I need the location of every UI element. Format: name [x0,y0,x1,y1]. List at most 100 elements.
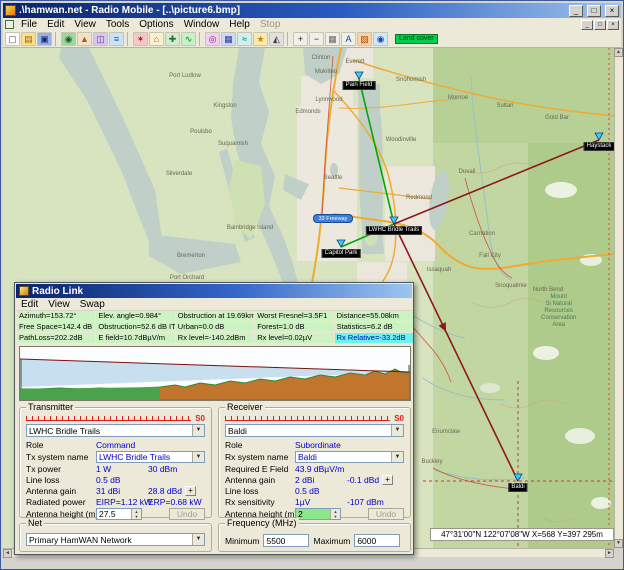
chevron-down-icon[interactable]: ▼ [192,534,204,545]
route-coverage-icon[interactable]: ≈ [237,32,252,46]
zoom-in-icon[interactable]: + [293,32,308,46]
map-vertical-scrollbar[interactable]: ▲ ▼ [614,48,623,548]
rx-system-select[interactable]: Baldi ▼ [295,451,404,463]
menu-stop[interactable]: Stop [255,18,286,31]
rx-efield-row: Required E Field 43.9 dBµV/m [219,463,410,474]
info-elev-angle: Elev. angle=0.984° [96,311,174,321]
system-properties-icon[interactable]: ✚ [165,32,180,46]
child-restore-button[interactable]: □ [594,20,606,30]
menu-options[interactable]: Options [134,18,178,31]
radio-mobile-window: .\hamwan.net - Radio Mobile - [..\pictur… [0,0,624,570]
spinner-arrows-icon[interactable]: ▲▼ [131,509,141,519]
map-label-kingston: Kingston [213,103,236,109]
map-label-fall-city: Fall City [479,253,501,259]
menu-file[interactable]: File [16,18,42,31]
visual-coverage-icon[interactable]: ◭ [269,32,284,46]
scroll-up-arrow[interactable]: ▲ [614,48,623,57]
child-close-button[interactable]: × [607,20,619,30]
transmitter-group: Transmitter S0 LWHC Bridle Trails ▼ Role… [19,407,212,518]
menu-view[interactable]: View [69,18,101,31]
rx-site-select[interactable]: Baldi ▼ [225,424,404,437]
tx-system-value: LWHC Bridle Trails [99,452,170,462]
rx-efield-label: Required E Field [225,464,295,474]
rx-antenna-view-button[interactable]: + [382,475,393,485]
rx-antenna-height-input[interactable]: 2 ▲▼ [295,508,341,520]
scroll-left-arrow[interactable]: ◄ [3,549,12,558]
site-label-haystack[interactable]: Haystack [584,142,615,151]
tx-gain-dbd: 28.8 dBd [148,486,182,496]
elevation-grid-icon[interactable]: ▲ [77,32,92,46]
chevron-down-icon[interactable]: ▼ [391,452,403,462]
close-button[interactable]: × [605,5,619,17]
tx-site-select[interactable]: LWHC Bridle Trails ▼ [26,424,205,437]
save-icon[interactable]: ▣ [37,32,52,46]
single-polar-coverage-icon[interactable]: ◎ [205,32,220,46]
map-label-monroe: Monroe [448,95,468,101]
toolbar: ▢▤▣◉▲◫≡✶⌂✚∿◎▦≈★◭+−▦A▧◉ Land cover [3,31,621,48]
map-label-woodinville: Woodinville [386,137,417,143]
chevron-down-icon[interactable]: ▼ [192,452,204,462]
maximize-button[interactable]: □ [587,5,601,17]
map-label-suquamish: Suquamish [218,141,248,147]
frequency-min-label: Minimum [225,536,259,546]
map-properties-icon[interactable]: ◉ [61,32,76,46]
rx-sensitivity-uv: 1µV [295,497,347,507]
conservation-area-label: MountSi NaturalResourcesConservationArea [541,294,576,329]
title-bar[interactable]: .\hamwan.net - Radio Mobile - [..\pictur… [3,3,621,18]
child-minimize-button[interactable]: _ [581,20,593,30]
minimize-button[interactable]: _ [569,5,583,17]
map-label-snoqualmie: Snoqualmie [495,283,527,289]
cartesian-coverage-icon[interactable]: ▦ [221,32,236,46]
chevron-down-icon[interactable]: ▼ [192,425,204,436]
tx-undo-button[interactable]: Undo [169,508,205,520]
menu-window[interactable]: Window [179,18,225,31]
dialog-menu-edit[interactable]: Edit [16,298,43,311]
zoom-out-icon[interactable]: − [309,32,324,46]
rx-undo-button[interactable]: Undo [368,508,404,520]
net-select[interactable]: Primary HamWAN Network ▼ [26,533,205,546]
best-sites-icon[interactable]: ★ [253,32,268,46]
tx-signal-meter: S0 [26,415,205,422]
open-file-icon[interactable]: ▤ [21,32,36,46]
land-cover-button[interactable]: Land cover [395,34,438,44]
unit-properties-icon[interactable]: ⌂ [149,32,164,46]
info-obstruction-at: Obstruction at 19.69km [176,311,254,321]
land-height-icon[interactable]: ≡ [109,32,124,46]
radio-link-icon[interactable]: ∿ [181,32,196,46]
map-label-sultan: Sultan [496,103,513,109]
menu-help[interactable]: Help [224,18,255,31]
grid-toggle-icon[interactable]: ▦ [325,32,340,46]
net-group: Net Primary HamWAN Network ▼ [19,523,212,552]
net-caption: Net [26,518,44,529]
rx-lineloss-row: Line loss 0.5 dB [219,485,410,496]
chevron-down-icon[interactable]: ▼ [391,425,403,436]
dialog-menu-view[interactable]: View [43,298,75,311]
new-picture-icon[interactable]: ▢ [5,32,20,46]
menu-tools[interactable]: Tools [101,18,134,31]
rx-lineloss-label: Line loss [225,486,295,496]
tx-lineloss-label: Line loss [26,475,96,485]
scroll-down-arrow[interactable]: ▼ [614,539,623,548]
menu-edit[interactable]: Edit [42,18,69,31]
rainbow-colors-icon[interactable]: ▧ [357,32,372,46]
merge-pictures-icon[interactable]: ◫ [93,32,108,46]
spinner-arrows-icon[interactable]: ▲▼ [330,509,340,519]
tx-antenna-height-input[interactable]: 27.5 ▲▼ [96,508,142,520]
site-label-pain-field[interactable]: Pain Field [343,81,376,90]
frequency-min-input[interactable]: 5500 [263,534,309,547]
eye-view-icon[interactable]: ◉ [373,32,388,46]
site-label-capitol-park[interactable]: Capitol Park [322,249,361,258]
labels-toggle-icon[interactable]: A [341,32,356,46]
tx-antenna-view-button[interactable]: + [185,486,196,496]
dialog-title-bar[interactable]: Radio Link [16,284,412,298]
site-label-lwhc-bridle-trails[interactable]: LWHC Bridle Trails [366,226,422,235]
frequency-max-input[interactable]: 6000 [354,534,400,547]
site-label-baldi[interactable]: Baldi [508,483,527,492]
network-properties-icon[interactable]: ✶ [133,32,148,46]
scroll-right-arrow[interactable]: ► [605,549,614,558]
tx-system-select[interactable]: LWHC Bridle Trails ▼ [96,451,205,463]
dialog-menu-swap[interactable]: Swap [75,298,110,311]
tx-height-row: Antenna height (m) 27.5 ▲▼ Undo [20,507,211,520]
map-label-snohomish: Snohomish [396,77,426,83]
toolbar-separator [127,32,130,46]
